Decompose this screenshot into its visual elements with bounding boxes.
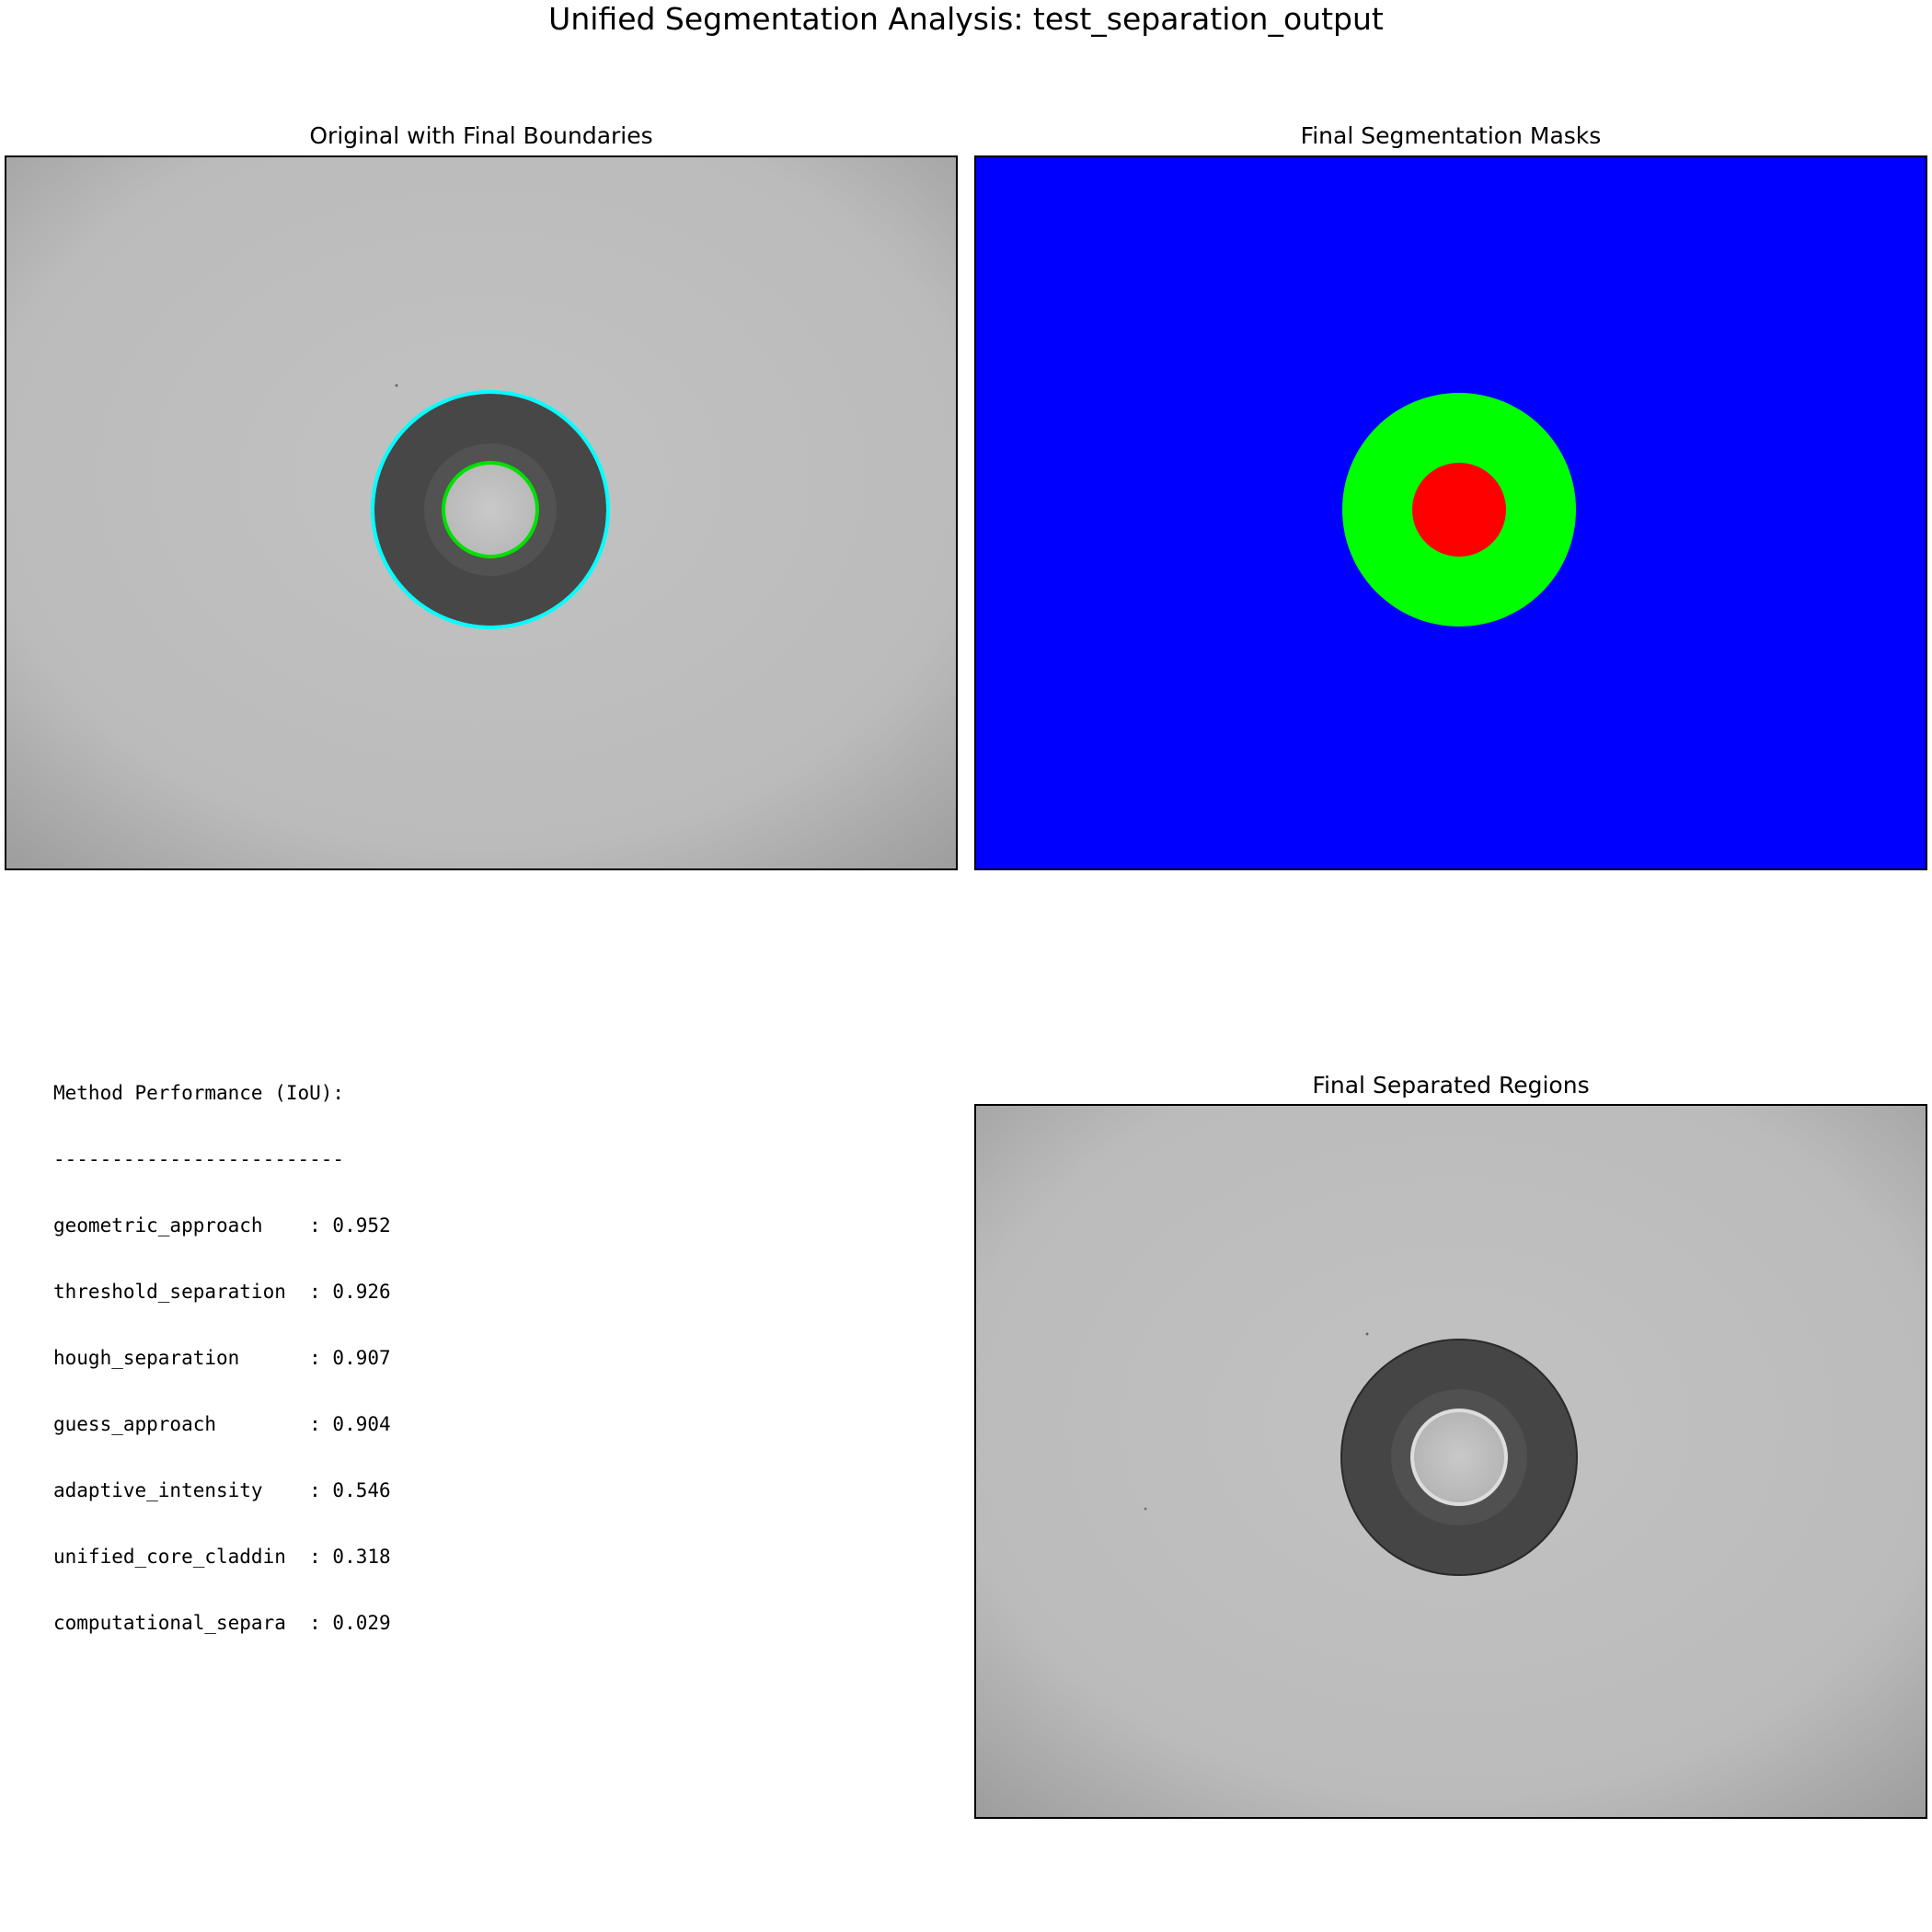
performance-row: geometric_approach : 0.952 (53, 1214, 391, 1236)
original-panel-title: Original with Final Boundaries (309, 122, 653, 149)
performance-row: computational_separa : 0.029 (53, 1612, 391, 1634)
dust-speck (395, 384, 398, 387)
separated-image-svg (976, 1106, 1926, 1817)
separated-dust-speck (1365, 1332, 1369, 1336)
performance-row: unified_core_claddin : 0.318 (53, 1546, 391, 1568)
segmentation-masks-image (974, 155, 1927, 870)
original-with-boundaries-image (5, 155, 958, 870)
separated-panel-title: Final Separated Regions (1312, 1072, 1590, 1098)
original-image-svg (6, 157, 956, 868)
figure-title: Unified Segmentation Analysis: test_sepa… (548, 1, 1384, 37)
performance-row: hough_separation : 0.907 (53, 1347, 391, 1369)
masks-panel-title: Final Segmentation Masks (1300, 122, 1602, 149)
mask-core (1412, 463, 1506, 557)
performance-heading: Method Performance (IoU): (53, 1082, 345, 1104)
masks-image-svg (976, 157, 1926, 868)
performance-row: adaptive_intensity : 0.546 (53, 1479, 391, 1501)
method-performance-block: Method Performance (IoU): --------------… (53, 1038, 391, 1656)
separated-core (1414, 1412, 1504, 1502)
separated-dust-speck (1144, 1507, 1147, 1511)
performance-divider: ------------------------- (53, 1148, 345, 1170)
performance-row: threshold_separation : 0.926 (53, 1281, 391, 1303)
separated-regions-image (974, 1104, 1927, 1819)
performance-row: guess_approach : 0.904 (53, 1413, 391, 1435)
